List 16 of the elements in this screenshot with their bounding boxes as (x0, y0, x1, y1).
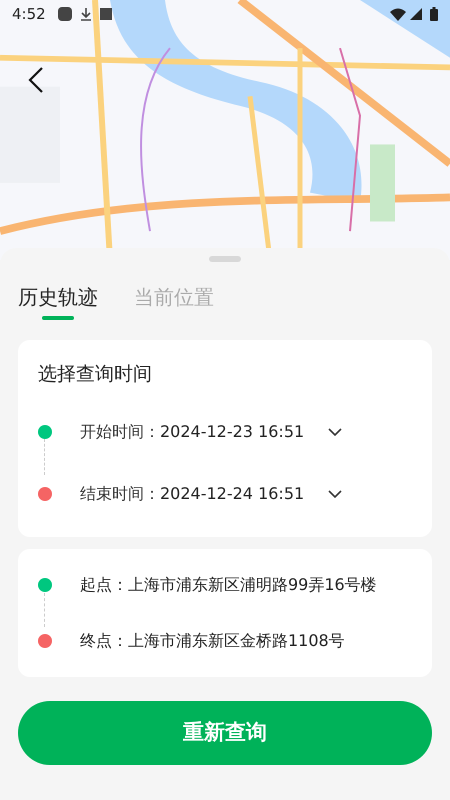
address-text: 起点：上海市浦东新区浦明路99弄16号楼 (80, 574, 377, 596)
download-icon (80, 7, 92, 21)
time-label: 结束时间： (80, 482, 160, 504)
time-dropdown[interactable]: 2024-12-23 16:51 (160, 420, 342, 444)
card-title: 选择查询时间 (38, 362, 153, 387)
chevron-down-icon (328, 428, 342, 436)
status-time: 4:52 (12, 4, 46, 25)
chevron-down-icon (328, 490, 342, 498)
tab[interactable]: 历史轨迹 (18, 282, 98, 320)
time-dropdown[interactable]: 2024-12-24 16:51 (160, 482, 342, 506)
drag-handle[interactable] (209, 256, 241, 262)
time-label: 开始时间： (80, 420, 160, 442)
wifi-icon (390, 8, 406, 20)
battery-icon (430, 7, 438, 21)
address-text: 终点：上海市浦东新区金桥路1108号 (80, 630, 345, 652)
signal-icon (410, 8, 422, 20)
